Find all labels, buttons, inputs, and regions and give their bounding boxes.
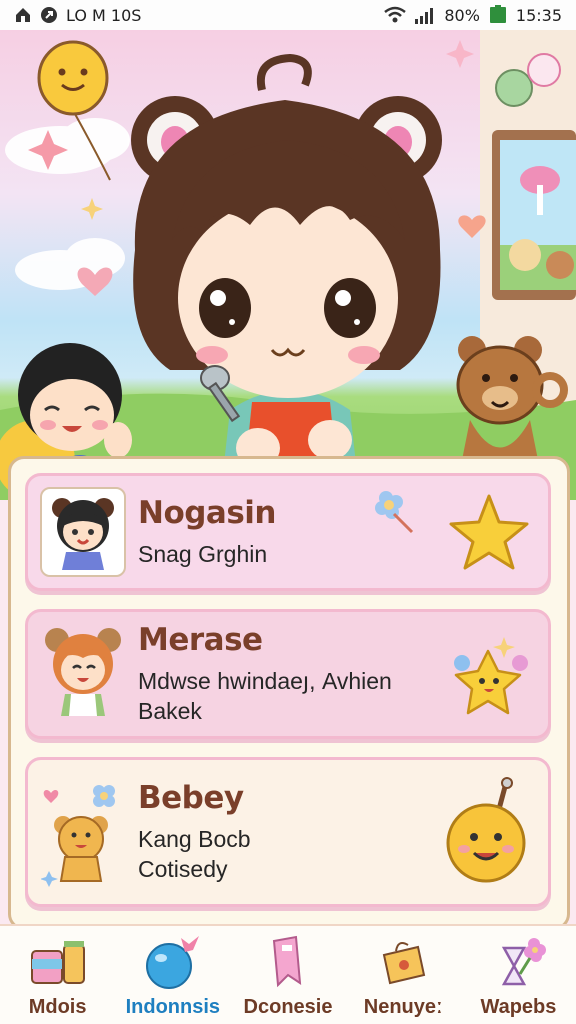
nav-item-wapebs[interactable]: Wapebs (461, 926, 576, 1024)
hero-illustration (0, 30, 576, 500)
card-title: Bebey (138, 780, 244, 816)
card-subtitle-line: Cotisedy (138, 856, 228, 882)
card-subtitle-line: Mdwse hwindaeյ, Avhien (138, 668, 392, 694)
window-icon (492, 130, 576, 300)
hourglass-flower-icon (490, 934, 547, 990)
card-subtitle-line: Bakek (138, 698, 202, 724)
home-icon (14, 6, 32, 24)
bookmark-icon (260, 934, 316, 990)
list-item[interactable]: Merase Mdwse hwindaeյ, Avhien Bakek (25, 609, 551, 739)
card-subtitle-line: Kang Bocb (138, 826, 251, 852)
signal-icon (414, 6, 436, 24)
wifi-icon (384, 6, 407, 24)
avatar-girl-bear-ears-icon (40, 487, 126, 577)
bag-icon (375, 934, 431, 990)
list-item[interactable]: Bebey Kang Bocb Cotisedy (25, 757, 551, 907)
list-item[interactable]: Nogasin Snag Grghin (25, 473, 551, 591)
status-left-text: LO M 10S (66, 5, 142, 25)
ball-icon (145, 934, 201, 990)
nav-label: Dconesie (243, 996, 333, 1018)
nav-label: Indonnsis (125, 996, 221, 1018)
nav-label: Nenuyeː (363, 996, 443, 1018)
teddy-bear-icon (40, 777, 126, 887)
battery-icon (488, 5, 508, 25)
status-time: 15:35 (515, 5, 562, 25)
card-title: Merase (138, 622, 263, 658)
nav-item-nenuyes[interactable]: Nenuyeː (346, 926, 461, 1024)
nav-label: Mdois (28, 996, 87, 1018)
star-icon (444, 487, 534, 577)
notification-icon (40, 6, 58, 24)
smiley-ball-icon (444, 777, 534, 883)
avatar-orange-hair-icon (40, 628, 126, 719)
star-creature-icon (444, 629, 534, 719)
card-subtitle: Mdwse hwindaeյ, Avhien Bakek (138, 666, 444, 726)
card-subtitle: Kang Bocb Cotisedy (138, 824, 444, 884)
status-bar: LO M 10S 80% 15:35 (0, 0, 576, 30)
battery-percent: 80% (444, 5, 480, 25)
nav-item-dconesie[interactable]: Dconesie (230, 926, 345, 1024)
nav-label: Wapebs (480, 996, 557, 1018)
flower-icon (368, 486, 418, 540)
nav-item-mdois[interactable]: Mdois (0, 926, 115, 1024)
jars-icon (30, 934, 86, 990)
card-subtitle: Snag Grghin (138, 541, 268, 567)
bottom-navigation: Mdois Indonnsis Dconesie Nenuyeː Wapebs (0, 924, 576, 1024)
nav-item-indonnsis[interactable]: Indonnsis (115, 926, 230, 1024)
card-list: Nogasin Snag Grghin Merase Mdwse hwindae… (8, 456, 570, 930)
